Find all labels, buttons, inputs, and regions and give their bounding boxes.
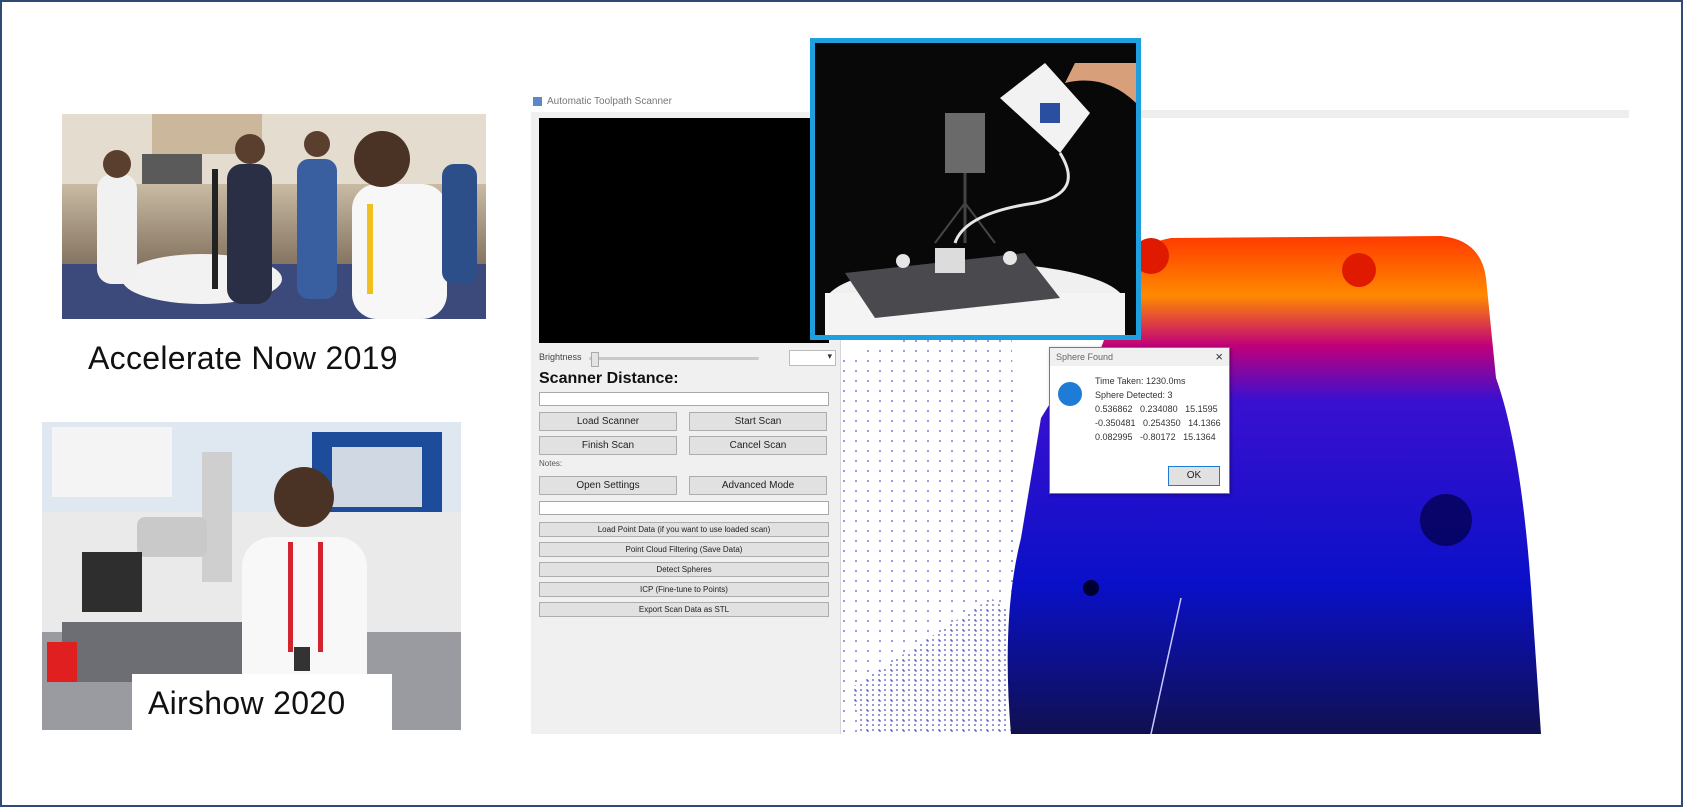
scanner-setup-illustration [815, 43, 1136, 335]
point-cloud-filtering-button[interactable]: Point Cloud Filtering (Save Data) [539, 542, 829, 557]
advanced-mode-button[interactable]: Advanced Mode [689, 476, 827, 495]
crowd-illustration [62, 114, 486, 319]
detect-spheres-button[interactable]: Detect Spheres [539, 562, 829, 577]
window-title: Automatic Toolpath Scanner [547, 96, 672, 107]
brightness-slider-thumb[interactable] [591, 352, 599, 367]
load-scanner-button[interactable]: Load Scanner [539, 412, 677, 431]
brightness-select[interactable]: ▾ [789, 350, 836, 366]
ok-button[interactable]: OK [1168, 466, 1220, 486]
dialog-line: Sphere Detected: 3 [1095, 390, 1173, 400]
brightness-row: Brightness ▾ [539, 350, 837, 367]
toolbar-strip [1131, 110, 1629, 118]
icp-button[interactable]: ICP (Fine-tune to Points) [539, 582, 829, 597]
cancel-scan-button[interactable]: Cancel Scan [689, 436, 827, 455]
dialog-body: Time Taken: 1230.0ms Sphere Detected: 3 … [1050, 366, 1229, 493]
caption-accelerate-now: Accelerate Now 2019 [88, 340, 398, 376]
dialog-title: Sphere Found [1056, 352, 1114, 362]
app-icon [533, 96, 542, 106]
scanner-photo-inset [810, 38, 1141, 340]
scanner-distance-field[interactable] [539, 392, 829, 406]
close-icon[interactable]: × [1215, 349, 1223, 364]
brightness-slider[interactable] [589, 357, 759, 360]
chevron-down-icon: ▾ [827, 351, 832, 361]
export-scan-button[interactable]: Export Scan Data as STL [539, 602, 829, 617]
dialog-line: Time Taken: 1230.0ms [1095, 376, 1186, 386]
event-photo-accelerate-now [62, 114, 486, 319]
dialog-line: 0.536862 0.234080 15.1595 [1095, 404, 1218, 414]
control-panel: Brightness ▾ Scanner Distance: Load Scan… [531, 112, 841, 734]
brightness-label: Brightness [539, 352, 582, 362]
notes-label: Notes: [539, 459, 563, 468]
caption-airshow: Airshow 2020 [148, 685, 346, 721]
sphere-found-dialog: Sphere Found × Time Taken: 1230.0ms Sphe… [1049, 347, 1230, 494]
scanner-distance-title: Scanner Distance: [539, 370, 679, 387]
load-point-data-button[interactable]: Load Point Data (if you want to use load… [539, 522, 829, 537]
finish-scan-button[interactable]: Finish Scan [539, 436, 677, 455]
camera-feed [539, 118, 829, 343]
info-icon [1058, 382, 1082, 406]
slide-frame: Accelerate Now 2019 Airshow 2020 Automat… [0, 0, 1683, 807]
open-settings-button[interactable]: Open Settings [539, 476, 677, 495]
start-scan-button[interactable]: Start Scan [689, 412, 827, 431]
dialog-line: -0.350481 0.254350 14.1366 [1095, 418, 1221, 428]
status-field[interactable] [539, 501, 829, 515]
dialog-line: 0.082995 -0.80172 15.1364 [1095, 432, 1216, 442]
